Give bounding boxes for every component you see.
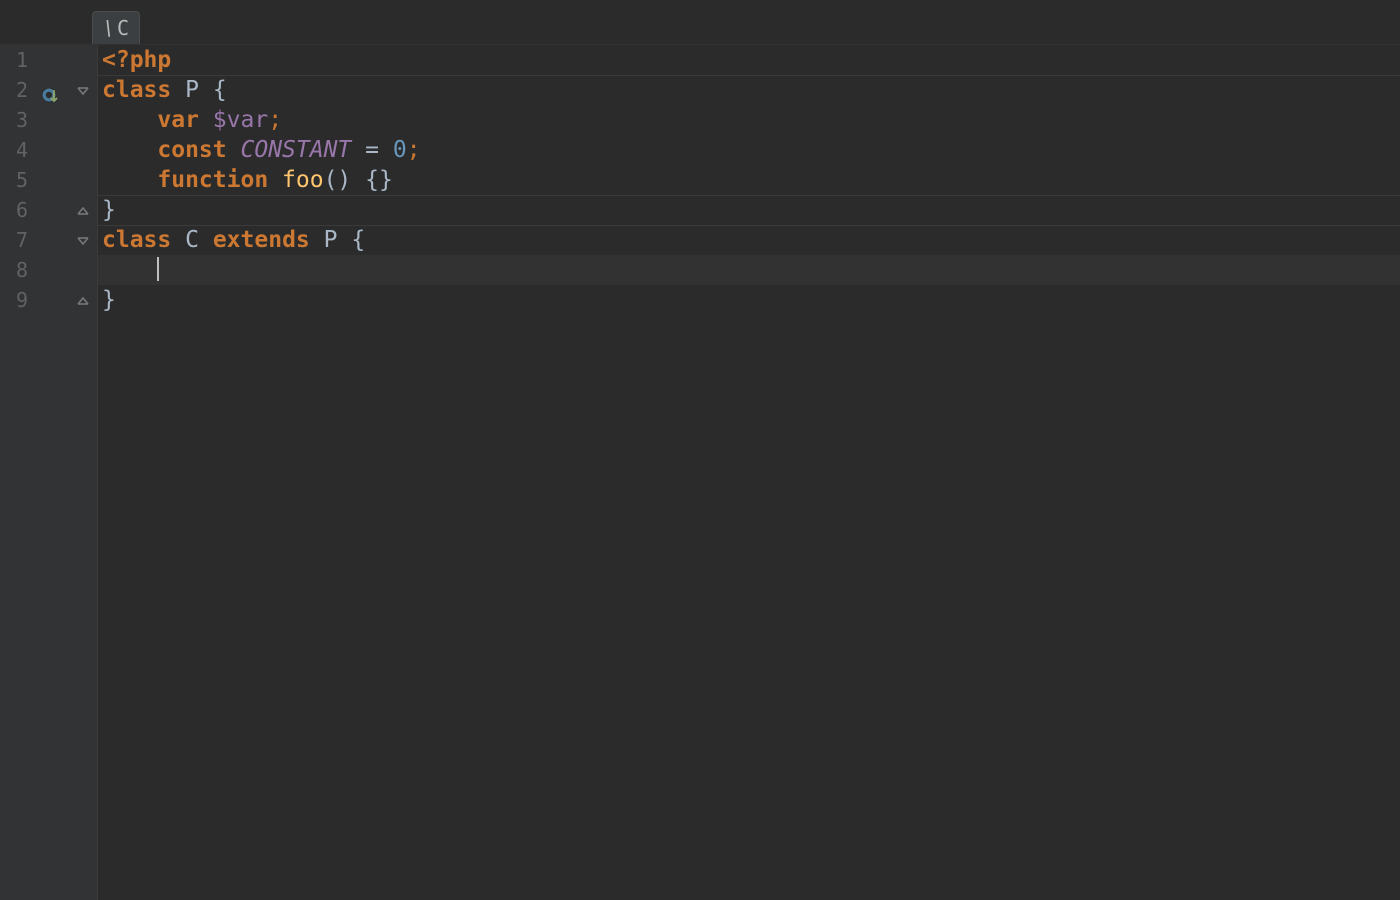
fold-close-up-icon[interactable]	[76, 205, 90, 219]
code-token: $var	[213, 107, 268, 133]
editor-body: 1 2 3 4 5 6 7 8 9	[0, 44, 1400, 900]
fold-cell[interactable]	[68, 75, 98, 105]
code-token: class	[102, 227, 171, 253]
code-line[interactable]: var $var;	[98, 105, 1400, 135]
gutter-icon-cell	[32, 285, 68, 315]
code-area[interactable]: <?phpclass P { var $var; const CONSTANT …	[98, 45, 1400, 900]
code-token	[199, 107, 213, 133]
code-token: const	[157, 137, 226, 163]
gutter-icon-cell	[32, 255, 68, 285]
line-number[interactable]: 1	[0, 45, 32, 75]
gutter: 1 2 3 4 5 6 7 8 9	[0, 45, 98, 900]
breadcrumb-namespace-separator: \	[103, 16, 115, 40]
code-token	[310, 227, 324, 253]
code-line[interactable]: const CONSTANT = 0;	[98, 135, 1400, 165]
fold-open-down-icon[interactable]	[76, 235, 90, 249]
code-token: {	[213, 77, 227, 103]
fold-open-down-icon[interactable]	[76, 85, 90, 99]
code-token	[268, 167, 282, 193]
text-caret	[157, 257, 159, 281]
breadcrumb-bar: \C	[0, 0, 1400, 44]
code-token: ;	[268, 107, 282, 133]
code-token: foo	[282, 167, 324, 193]
gutter-fold-markers	[68, 45, 98, 900]
code-token: }	[102, 287, 116, 313]
code-token: C	[185, 227, 199, 253]
code-token	[171, 77, 185, 103]
fold-close-up-icon[interactable]	[76, 295, 90, 309]
method-separator	[98, 75, 1400, 76]
code-token	[199, 77, 213, 103]
fold-cell	[68, 105, 98, 135]
line-number[interactable]: 2	[0, 75, 32, 105]
code-line[interactable]	[98, 255, 1400, 285]
method-separator	[98, 195, 1400, 225]
code-line[interactable]: }	[98, 285, 1400, 315]
gutter-icon-cell	[32, 225, 68, 255]
fold-cell[interactable]	[68, 195, 98, 225]
fold-cell[interactable]	[68, 225, 98, 255]
code-token: P	[185, 77, 199, 103]
line-number[interactable]: 4	[0, 135, 32, 165]
code-token: {}	[365, 167, 393, 193]
code-token	[227, 137, 241, 163]
code-token: <?php	[102, 47, 171, 73]
gutter-icon-cell	[32, 105, 68, 135]
code-token: {	[351, 227, 365, 253]
code-token: var	[157, 107, 199, 133]
gutter-icon-cell	[32, 195, 68, 225]
code-token: ()	[324, 167, 352, 193]
line-number[interactable]: 6	[0, 195, 32, 225]
fold-cell	[68, 135, 98, 165]
indent	[102, 137, 157, 163]
fold-cell	[68, 255, 98, 285]
code-token: =	[365, 137, 379, 163]
override-down-icon[interactable]	[41, 83, 59, 101]
code-token	[337, 227, 351, 253]
breadcrumb-chip-class[interactable]: \C	[92, 11, 140, 44]
code-editor: \C 1 2 3 4 5 6 7 8 9	[0, 0, 1400, 900]
code-token	[351, 137, 365, 163]
indent	[102, 257, 157, 283]
gutter-icon-cell[interactable]	[32, 75, 68, 105]
code-token	[351, 167, 365, 193]
code-line[interactable]: <?php	[98, 45, 1400, 75]
code-token: extends	[213, 227, 310, 253]
code-line[interactable]: class C extends P {	[98, 225, 1400, 255]
code-line[interactable]: }	[98, 195, 1400, 225]
line-number[interactable]: 3	[0, 105, 32, 135]
line-number[interactable]: 7	[0, 225, 32, 255]
method-separator	[98, 225, 1400, 226]
line-number[interactable]: 5	[0, 165, 32, 195]
code-token: class	[102, 77, 171, 103]
fold-cell	[68, 165, 98, 195]
code-token	[199, 227, 213, 253]
indent	[102, 107, 157, 133]
code-token	[171, 227, 185, 253]
fold-cell[interactable]	[68, 285, 98, 315]
code-line[interactable]: function foo() {}	[98, 165, 1400, 195]
code-line[interactable]: class P {	[98, 75, 1400, 105]
code-token: function	[157, 167, 268, 193]
indent	[102, 167, 157, 193]
code-token: 0	[393, 137, 407, 163]
gutter-icon-cell	[32, 45, 68, 75]
code-token	[379, 137, 393, 163]
gutter-icon-cell	[32, 165, 68, 195]
gutter-icons	[32, 45, 68, 900]
code-token: P	[324, 227, 338, 253]
line-number[interactable]: 8	[0, 255, 32, 285]
code-token: ;	[407, 137, 421, 163]
breadcrumb-label: C	[117, 16, 129, 40]
fold-cell	[68, 45, 98, 75]
line-number[interactable]: 9	[0, 285, 32, 315]
gutter-icon-cell	[32, 135, 68, 165]
gutter-line-numbers: 1 2 3 4 5 6 7 8 9	[0, 45, 32, 900]
code-token: CONSTANT	[241, 137, 352, 163]
